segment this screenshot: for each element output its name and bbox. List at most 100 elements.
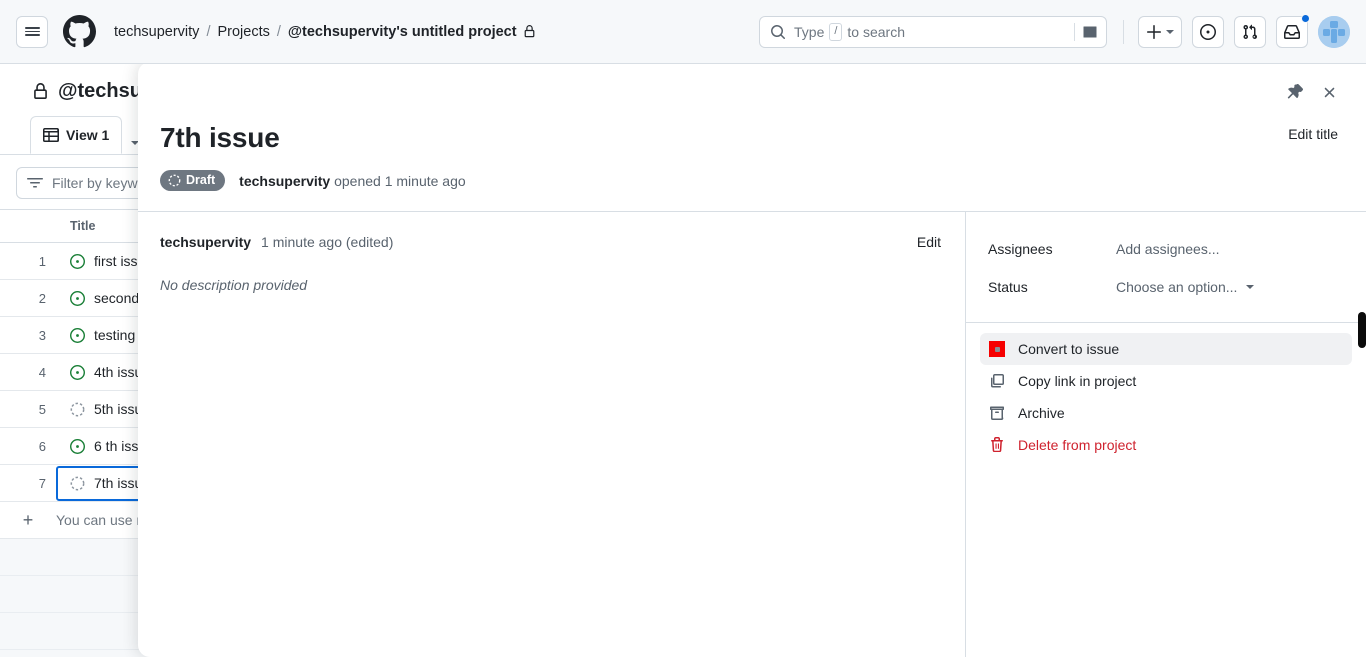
- copy-icon: [988, 373, 1006, 389]
- delete-from-project-action[interactable]: Delete from project: [980, 429, 1352, 461]
- avatar-image: [1318, 15, 1350, 48]
- status-badge-label: Draft: [186, 173, 216, 187]
- convert-to-issue-icon: [988, 341, 1006, 357]
- row-number: 4: [38, 364, 46, 380]
- search-placeholder-suffix: to search: [847, 23, 906, 40]
- table-icon: [43, 128, 59, 142]
- item-detail-panel: 7th issue Edit title Draft techsupervity…: [138, 62, 1366, 657]
- scrollbar-thumb[interactable]: [1358, 312, 1366, 348]
- archive-icon: [988, 405, 1006, 421]
- lock-icon: [524, 25, 534, 38]
- global-header: techsupervity / Projects / @techsupervit…: [0, 0, 1366, 64]
- item-meta-text: techsupervity opened 1 minute ago: [239, 173, 466, 189]
- search-placeholder: Type / to search: [794, 22, 1074, 41]
- issue-opened-icon: [70, 253, 85, 269]
- notifications-button[interactable]: [1276, 13, 1310, 48]
- panel-sidebar: Assignees Add assignees... Status Choose…: [966, 212, 1366, 657]
- header-divider: [1123, 19, 1124, 44]
- comment-author: techsupervity: [160, 234, 252, 250]
- pin-icon[interactable]: [1286, 84, 1303, 101]
- field-status: Status Choose an option...: [966, 268, 1366, 306]
- field-status-label: Status: [988, 279, 1028, 295]
- comment-header: techsupervity 1 minute ago (edited): [160, 234, 941, 250]
- issues-button[interactable]: [1192, 15, 1224, 48]
- panel-body: techsupervity 1 minute ago (edited) Edit…: [138, 211, 1366, 657]
- field-status-placeholder: Choose an option...: [1116, 279, 1238, 295]
- panel-header: 7th issue Edit title Draft techsupervity…: [138, 114, 1366, 211]
- archive-action[interactable]: Archive: [980, 397, 1352, 429]
- copy-link-action[interactable]: Copy link in project: [980, 365, 1352, 397]
- convert-to-issue-label: Convert to issue: [1018, 341, 1120, 357]
- status-badge: Draft: [160, 170, 226, 191]
- notification-indicator: [1301, 13, 1310, 23]
- hamburger-icon: [24, 26, 40, 38]
- menu-toggle-button[interactable]: [16, 15, 48, 48]
- item-actions: Convert to issue Copy link in project Ar…: [966, 333, 1366, 461]
- trash-icon: [988, 437, 1006, 453]
- field-assignees-placeholder: Add assignees...: [1116, 241, 1220, 257]
- avatar[interactable]: [1318, 15, 1350, 48]
- item-author: techsupervity: [239, 172, 331, 189]
- breadcrumb-current-label: @techsupervity's untitled project: [287, 23, 517, 40]
- breadcrumb-separator-2: /: [276, 23, 281, 40]
- issue-opened-icon: [70, 364, 85, 380]
- plus-icon: [1147, 24, 1161, 39]
- chevron-down-icon: [1246, 285, 1255, 289]
- lock-icon: [34, 83, 47, 99]
- filter-icon: [27, 178, 43, 188]
- field-assignees: Assignees Add assignees...: [966, 230, 1366, 268]
- field-status-value[interactable]: Choose an option...: [1116, 279, 1255, 295]
- sidebar-divider: [966, 322, 1366, 323]
- tab-view-1-label: View 1: [66, 127, 110, 143]
- tab-view-1[interactable]: View 1: [30, 116, 123, 154]
- plus-icon: +: [22, 509, 34, 530]
- archive-label: Archive: [1018, 405, 1065, 421]
- breadcrumb-projects[interactable]: Projects: [217, 24, 269, 40]
- search-placeholder-prefix: Type: [794, 23, 825, 40]
- chevron-down-icon: [1166, 29, 1174, 34]
- issue-draft-icon: [168, 174, 181, 186]
- field-assignees-label: Assignees: [988, 241, 1053, 257]
- item-title: 7th issue: [160, 122, 280, 153]
- panel-toolbar: [138, 62, 1366, 114]
- edit-description-button[interactable]: Edit: [917, 234, 941, 250]
- row-number: 3: [38, 327, 46, 343]
- issue-opened-icon: [70, 290, 85, 306]
- search-input[interactable]: Type / to search: [759, 15, 1107, 48]
- terminal-icon[interactable]: [1082, 24, 1098, 40]
- issue-draft-icon: [70, 402, 85, 416]
- field-assignees-value[interactable]: Add assignees...: [1116, 241, 1220, 257]
- item-opened-text: opened 1 minute ago: [334, 172, 466, 189]
- comment-timestamp: 1 minute ago (edited): [261, 234, 394, 250]
- create-new-button[interactable]: [1138, 15, 1182, 48]
- row-number: 6: [38, 438, 46, 454]
- search-icon: [771, 24, 785, 39]
- search-divider: [1074, 22, 1075, 41]
- search-slash-key: /: [829, 22, 843, 41]
- issue-opened-icon: [70, 438, 85, 454]
- pull-request-icon: [1243, 24, 1258, 39]
- issue-opened-icon: [1200, 23, 1216, 40]
- copy-link-label: Copy link in project: [1018, 373, 1137, 389]
- table-header-title: Title: [70, 219, 96, 233]
- delete-from-project-label: Delete from project: [1018, 437, 1137, 453]
- breadcrumb-current-project[interactable]: @techsupervity's untitled project: [288, 24, 536, 40]
- issue-opened-icon: [70, 327, 85, 343]
- item-meta: Draft techsupervity opened 1 minute ago: [160, 170, 1334, 211]
- row-number: 5: [38, 401, 46, 417]
- breadcrumb-owner[interactable]: techsupervity: [114, 24, 199, 40]
- breadcrumb-separator-1: /: [206, 23, 211, 40]
- close-icon[interactable]: [1321, 84, 1338, 101]
- breadcrumb: techsupervity / Projects / @techsupervit…: [114, 24, 536, 40]
- edit-title-button[interactable]: Edit title: [1288, 126, 1338, 142]
- issue-draft-icon: [70, 476, 85, 490]
- comment-body: No description provided: [160, 277, 308, 293]
- pull-requests-button[interactable]: [1234, 15, 1266, 48]
- row-number: 7: [38, 475, 46, 491]
- github-logo[interactable]: [63, 15, 96, 48]
- row-number: 2: [38, 290, 46, 306]
- inbox-icon: [1284, 24, 1300, 39]
- row-number: 1: [38, 253, 46, 269]
- convert-to-issue-action[interactable]: Convert to issue: [980, 333, 1352, 365]
- panel-main: techsupervity 1 minute ago (edited) Edit…: [138, 212, 966, 657]
